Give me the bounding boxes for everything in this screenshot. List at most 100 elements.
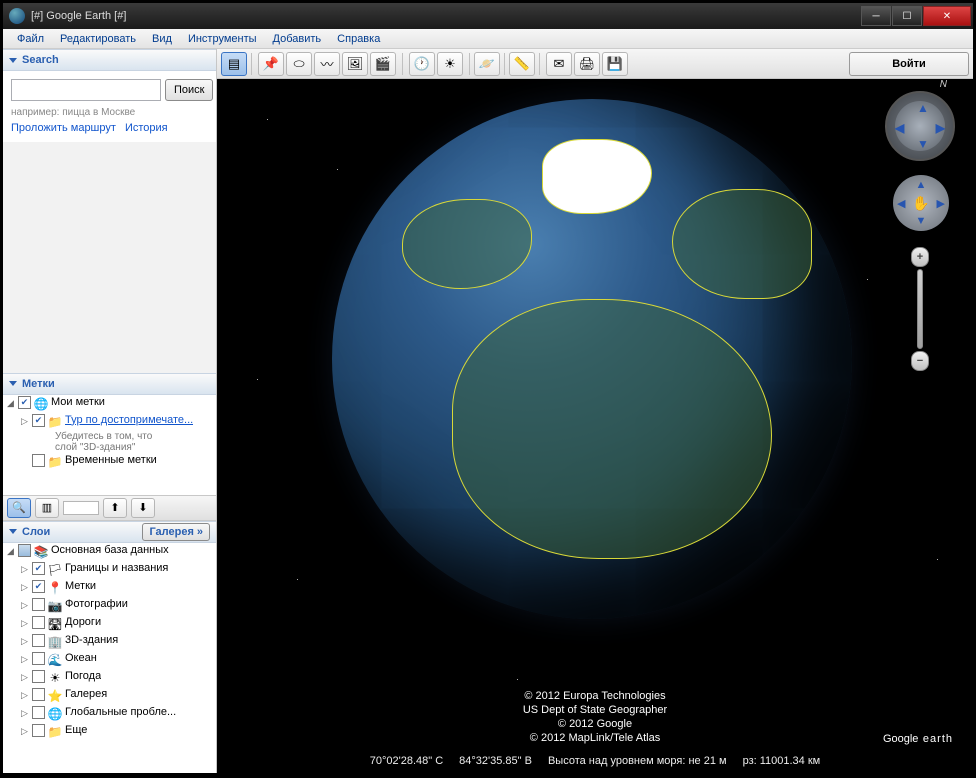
history-button[interactable]: 🕐 (409, 52, 435, 76)
search-button[interactable]: Поиск (165, 79, 213, 101)
search-tool-button[interactable]: 🔍 (7, 498, 31, 518)
save-image-button[interactable]: 💾 (602, 52, 628, 76)
sunlight-button[interactable]: ☀ (437, 52, 463, 76)
minimize-button[interactable]: ─ (861, 6, 891, 26)
move-up-button[interactable]: ⬆ (103, 498, 127, 518)
expand-icon[interactable]: ▷ (19, 726, 30, 737)
add-image-overlay-button[interactable]: 🖼 (342, 52, 368, 76)
zoom-control[interactable]: + − (911, 247, 929, 371)
sidebar-toolbar: 🔍 ▥ ⬆ ⬇ (3, 495, 216, 521)
history-link[interactable]: История (125, 122, 168, 134)
menu-tools[interactable]: Инструменты (180, 31, 265, 47)
status-elev: Высота над уровнем моря: не 21 м (548, 755, 727, 767)
layer-label: 3D-здания (65, 634, 118, 646)
checkbox[interactable] (32, 670, 45, 683)
checkbox[interactable] (32, 652, 45, 665)
layer-label: Погода (65, 670, 101, 682)
expand-icon[interactable]: ◢ (5, 398, 16, 409)
checkbox[interactable] (32, 580, 45, 593)
menu-view[interactable]: Вид (144, 31, 180, 47)
tree-row-temp-places[interactable]: 📁 Временные метки (3, 453, 216, 471)
add-placemark-button[interactable]: 📌 (258, 52, 284, 76)
tree-row-my-places[interactable]: ◢ 🌐 Мои метки (3, 395, 216, 413)
expand-icon[interactable]: ▷ (19, 636, 30, 647)
expand-icon[interactable]: ▷ (19, 618, 30, 629)
layer-row[interactable]: ▷📍Метки (3, 579, 216, 597)
planet-button[interactable]: 🪐 (474, 52, 500, 76)
layer-row[interactable]: ▷⭐Галерея (3, 687, 216, 705)
layer-row[interactable]: ▷📷Фотографии (3, 597, 216, 615)
expand-icon[interactable]: ▷ (19, 582, 30, 593)
globe-view[interactable]: N ▲ ▼ ◀ ▶ ▲ ▼ ◀ ▶ ✋ + (217, 79, 973, 773)
layer-row[interactable]: ▷☀Погода (3, 669, 216, 687)
login-button[interactable]: Войти (849, 52, 969, 76)
layer-label: Метки (65, 580, 96, 592)
email-button[interactable]: ✉ (546, 52, 572, 76)
search-panel-header[interactable]: Search (3, 49, 216, 71)
close-button[interactable]: ✕ (923, 6, 971, 26)
directions-link[interactable]: Проложить маршрут (11, 122, 116, 134)
menu-add[interactable]: Добавить (265, 31, 330, 47)
checkbox[interactable] (32, 616, 45, 629)
checkbox[interactable] (32, 724, 45, 737)
expand-icon[interactable]: ▷ (19, 708, 30, 719)
gallery-button[interactable]: Галерея» (142, 523, 210, 541)
layers-tree: ◢ 📚 Основная база данных ▷🏳Границы и наз… (3, 543, 216, 774)
checkbox[interactable] (32, 454, 45, 467)
layer-row[interactable]: ▷🌊Океан (3, 651, 216, 669)
pan-control[interactable]: ▲ ▼ ◀ ▶ ✋ (893, 175, 949, 231)
search-input[interactable] (11, 79, 161, 101)
layer-row[interactable]: ▷🛣Дороги (3, 615, 216, 633)
search-hint: например: пицца в Москве (11, 107, 208, 118)
zoom-in-button[interactable]: + (911, 247, 929, 267)
layer-row[interactable]: ▷📁Еще (3, 723, 216, 741)
add-path-button[interactable]: 〰 (314, 52, 340, 76)
add-polygon-button[interactable]: ⬭ (286, 52, 312, 76)
layer-label: Еще (65, 724, 87, 736)
opacity-slider[interactable] (63, 501, 99, 515)
checkbox[interactable] (32, 562, 45, 575)
checkbox[interactable] (32, 688, 45, 701)
globe-icon: 🌐 (33, 396, 49, 412)
menu-file[interactable]: Файл (9, 31, 52, 47)
zoom-out-button[interactable]: − (911, 351, 929, 371)
panel-tool-button[interactable]: ▥ (35, 498, 59, 518)
expand-icon[interactable]: ▷ (19, 416, 30, 427)
print-button[interactable]: 🖨 (574, 52, 600, 76)
app-icon (9, 8, 25, 24)
zoom-slider[interactable] (917, 269, 923, 349)
status-lat: 70°02'28.48" С (370, 755, 443, 767)
menu-help[interactable]: Справка (329, 31, 388, 47)
ruler-button[interactable]: 📏 (509, 52, 535, 76)
record-tour-button[interactable]: 🎬 (370, 52, 396, 76)
checkbox-partial[interactable] (18, 544, 31, 557)
checkbox[interactable] (32, 706, 45, 719)
expand-icon[interactable]: ▷ (19, 672, 30, 683)
database-icon: 📚 (33, 544, 49, 560)
hand-icon: ✋ (912, 195, 929, 212)
expand-icon[interactable]: ▷ (19, 564, 30, 575)
folder-icon: 📁 (47, 414, 63, 430)
expand-icon[interactable]: ▷ (19, 654, 30, 665)
move-down-button[interactable]: ⬇ (131, 498, 155, 518)
tree-row-tour[interactable]: ▷ 📁 Тур по достопримечате... (3, 413, 216, 431)
layer-row[interactable]: ▷🏢3D-здания (3, 633, 216, 651)
expand-icon[interactable]: ▷ (19, 690, 30, 701)
tree-row-base-db[interactable]: ◢ 📚 Основная база данных (3, 543, 216, 561)
places-panel-header[interactable]: Метки (3, 373, 216, 395)
menu-edit[interactable]: Редактировать (52, 31, 144, 47)
layer-row[interactable]: ▷🌐Глобальные пробле... (3, 705, 216, 723)
expand-icon[interactable]: ◢ (5, 546, 16, 557)
checkbox[interactable] (32, 598, 45, 611)
look-control[interactable]: N ▲ ▼ ◀ ▶ (885, 91, 955, 161)
layers-panel-header[interactable]: Слои Галерея» (3, 521, 216, 543)
expand-icon[interactable]: ▷ (19, 600, 30, 611)
checkbox[interactable] (32, 634, 45, 647)
layer-row[interactable]: ▷🏳Границы и названия (3, 561, 216, 579)
sidebar-toggle-button[interactable]: ▤ (221, 52, 247, 76)
layer-icon: ⭐ (47, 688, 63, 704)
earth-globe[interactable] (332, 99, 852, 619)
checkbox[interactable] (32, 414, 45, 427)
maximize-button[interactable]: ☐ (892, 6, 922, 26)
checkbox[interactable] (18, 396, 31, 409)
